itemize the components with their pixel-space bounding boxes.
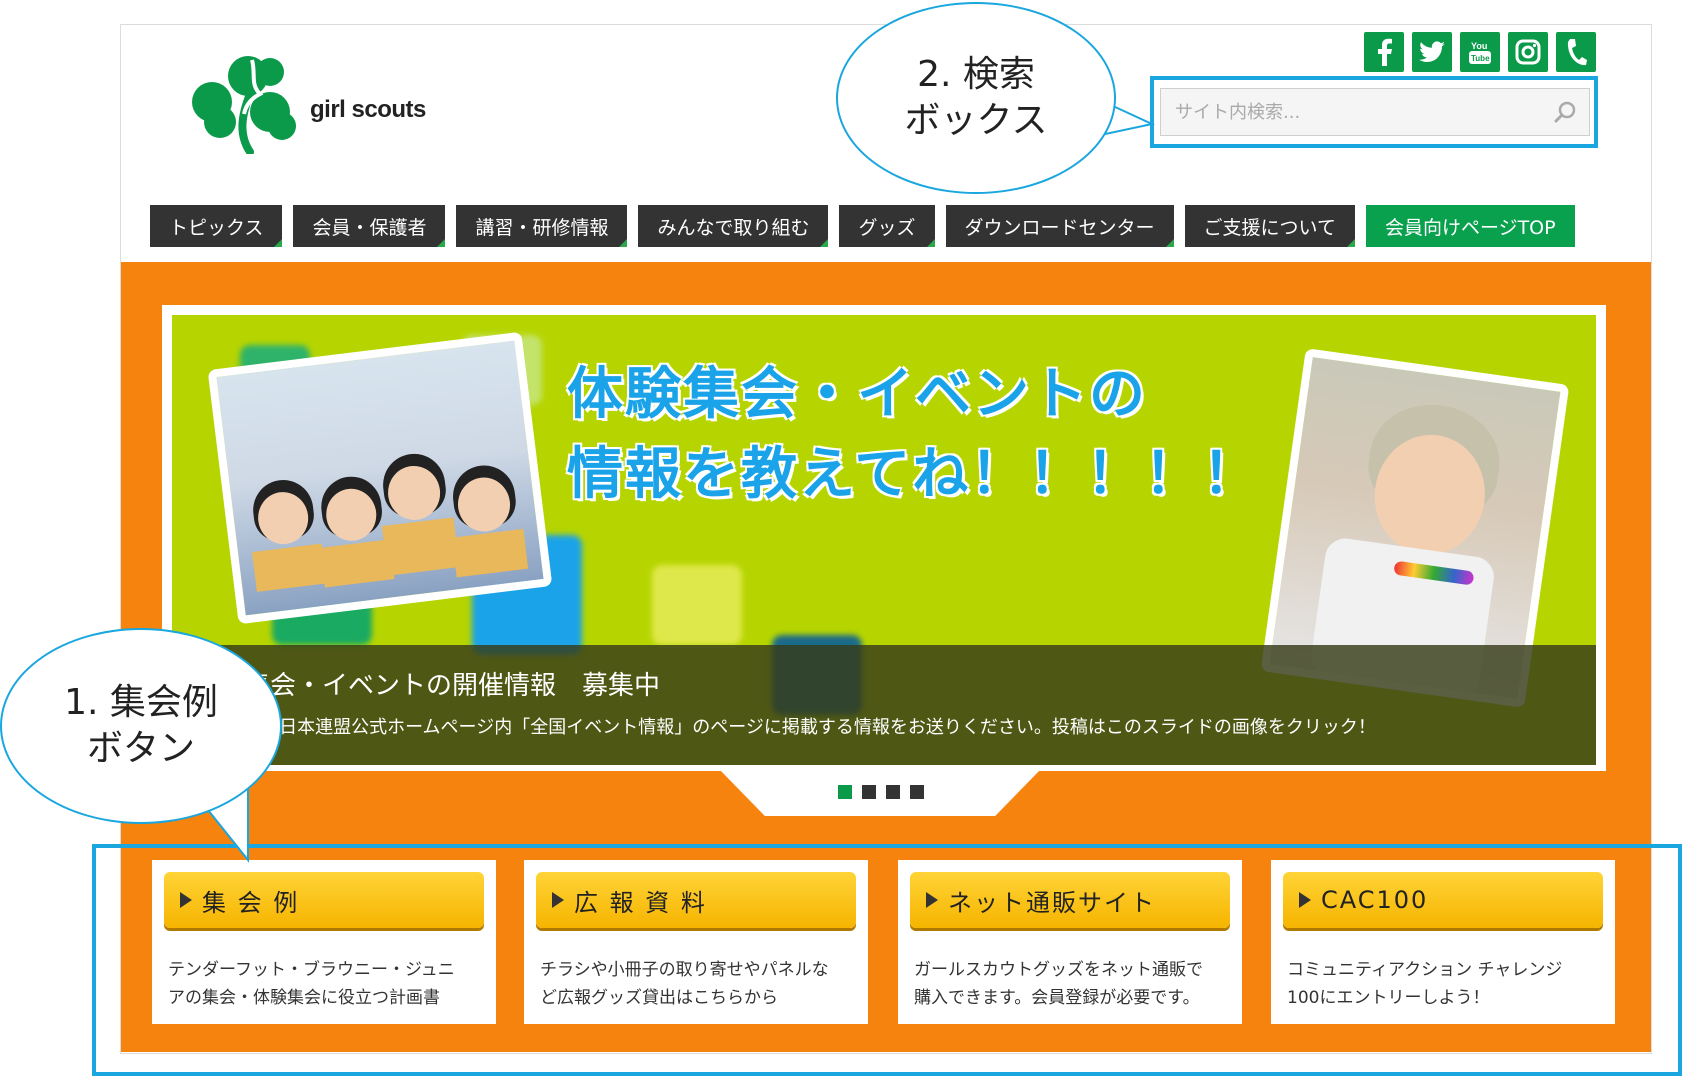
nav-item-downloads[interactable]: ダウンロードセンター	[945, 205, 1174, 247]
svg-text:You: You	[1471, 41, 1487, 51]
decor-block	[652, 565, 742, 645]
facebook-icon[interactable]	[1364, 32, 1404, 72]
slide-title: 体験集会・イベントの 情報を教えてね！！！！！	[567, 362, 1261, 507]
search-box[interactable]	[1160, 88, 1590, 136]
instagram-icon[interactable]	[1508, 32, 1548, 72]
slide-caption-title: 集会・イベントの開催情報 募集中	[244, 671, 661, 701]
nav-item-training[interactable]: 講習・研修情報	[456, 205, 628, 247]
slider-dot[interactable]	[862, 785, 876, 799]
slider-dot[interactable]	[886, 785, 900, 799]
slider-pager	[838, 785, 924, 799]
phone-icon[interactable]	[1556, 32, 1596, 72]
social-links: You Tube	[1364, 32, 1596, 72]
nav-item-goods[interactable]: グッズ	[839, 205, 935, 247]
slider-dot[interactable]	[838, 785, 852, 799]
slide-photo-left	[207, 331, 553, 625]
nav-item-together[interactable]: みんなで取り組む	[638, 205, 829, 247]
slide-caption	[172, 645, 1596, 765]
slide-caption-text: て、日本連盟公式ホームページ内「全国イベント情報」のページに掲載する情報をお送り…	[244, 717, 1376, 738]
slide-banner[interactable]: 体験集会・イベントの 情報を教えてね！！！！！ 集会・イベントの開催情報 募集中…	[172, 315, 1596, 765]
nav-item-topics[interactable]: トピックス	[150, 205, 283, 247]
search-input[interactable]	[1173, 100, 1553, 124]
logo-text: girl scouts	[310, 96, 426, 123]
clover-icon	[192, 56, 296, 154]
search-callout: 2. 検索 ボックス	[836, 2, 1116, 194]
nav-item-support[interactable]: ご支援について	[1184, 205, 1356, 247]
nav-item-members-top[interactable]: 会員向けページTOP	[1365, 205, 1575, 247]
youtube-icon[interactable]: You Tube	[1460, 32, 1500, 72]
nav-item-members[interactable]: 会員・保護者	[293, 205, 446, 247]
slider-dot[interactable]	[910, 785, 924, 799]
cards-highlight	[92, 844, 1682, 1076]
svg-text:Tube: Tube	[1471, 54, 1490, 63]
cards-callout: 1. 集会例 ボタン	[0, 628, 282, 824]
main-nav: トピックス 会員・保護者 講習・研修情報 みんなで取り組む グッズ ダウンロード…	[150, 205, 1575, 247]
twitter-icon[interactable]	[1412, 32, 1452, 72]
site-logo[interactable]: girl scouts	[190, 54, 426, 154]
search-icon[interactable]	[1553, 100, 1577, 124]
